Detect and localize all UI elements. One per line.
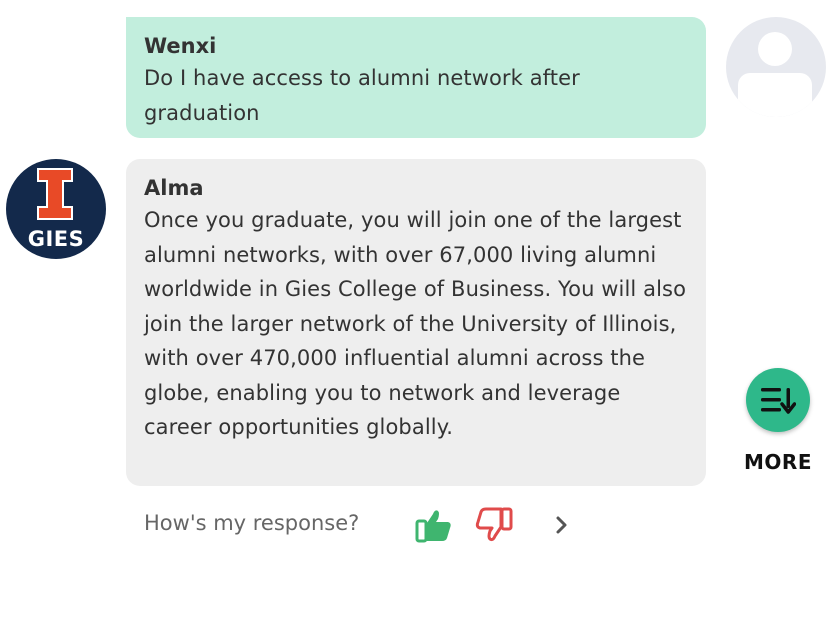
thumbs-up-icon (415, 510, 451, 543)
sort-list-icon (761, 388, 796, 414)
bot-message-text: Once you graduate, you will join one of … (144, 208, 687, 439)
illinois-block-i-logo (37, 168, 73, 220)
more-button[interactable] (746, 368, 810, 432)
user-sender-name: Wenxi (144, 34, 217, 58)
chevron-right-icon (556, 516, 567, 534)
user-avatar (726, 17, 826, 117)
chat-transcript: Wenxi Do I have access to alumni network… (0, 0, 838, 624)
bot-sender-name: Alma (144, 176, 204, 200)
user-placeholder-icon (738, 32, 812, 117)
thumbs-down-button[interactable] (474, 505, 514, 545)
more-label: MORE (744, 450, 812, 474)
feedback-prompt: How's my response? (144, 511, 360, 535)
thumbs-down-icon (475, 507, 513, 542)
thumbs-up-button[interactable] (414, 505, 454, 545)
bot-message-bubble: Alma Once you graduate, you will join on… (126, 159, 706, 486)
bot-avatar: GIES (6, 159, 106, 259)
user-message-bubble: Wenxi Do I have access to alumni network… (126, 17, 706, 138)
user-message-text: Do I have access to alumni network after… (144, 66, 580, 125)
next-feedback-button[interactable] (552, 514, 572, 536)
bot-avatar-label: GIES (27, 227, 85, 251)
